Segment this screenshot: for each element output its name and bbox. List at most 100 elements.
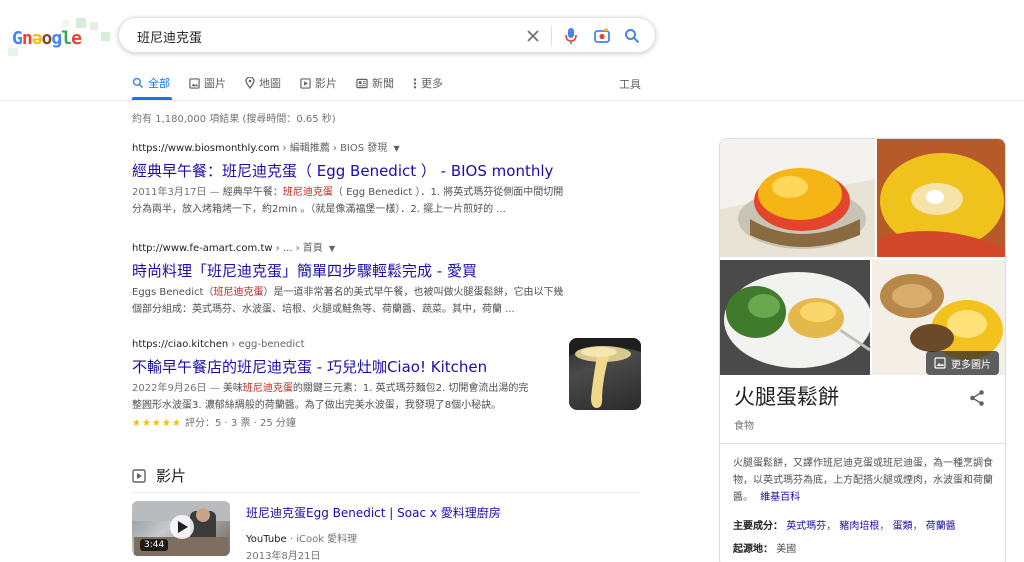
wikipedia-link[interactable]: 維基百科: [760, 492, 800, 503]
snippet-text: ）是一道非常著名的美式早午餐，也被叫做火腿蛋鬆餅，它由以下幾: [263, 287, 564, 298]
tab-label: 地圖: [259, 77, 281, 90]
video-duration: 3:44: [140, 539, 169, 551]
microphone-icon[interactable]: [561, 26, 581, 46]
kp-attribute-label: 起源地：: [733, 544, 773, 555]
tab-all[interactable]: 全部: [132, 74, 170, 92]
tab-news[interactable]: 新聞: [356, 74, 394, 92]
knowledge-panel: 更多圖片 火腿蛋鬆餅 食物 火腿蛋鬆餅，又譯作班尼迪克蛋或班尼迪蛋，為一種烹調食…: [719, 138, 1006, 562]
star-rating-icon: ★★★★★: [132, 418, 182, 429]
video-item: 班尼迪克蛋Egg Benedict | Soac x 愛料理廚房 YouTube…: [246, 504, 626, 562]
ingredient-link[interactable]: 蛋類: [893, 521, 913, 532]
image-icon: [934, 357, 946, 369]
tab-maps[interactable]: 地圖: [245, 74, 281, 92]
result-title[interactable]: 不輸早午餐店的班尼迪克蛋 - 巧兒灶咖Ciao! Kitchen: [132, 356, 562, 377]
cite-path: › 編輯推薦 › BIOS 發現: [279, 143, 388, 154]
ingredient-link[interactable]: 豬肉培根: [839, 521, 879, 532]
section-divider: [132, 492, 640, 493]
logo-text: Gnəogle: [12, 28, 82, 49]
result-title[interactable]: 時尚料理「班尼迪克蛋」簡單四步驟輕鬆完成 - 愛買: [132, 260, 602, 281]
result-thumbnail[interactable]: [569, 338, 641, 410]
chevron-down-icon[interactable]: ▼: [393, 144, 399, 153]
tab-label: 更多: [421, 77, 443, 90]
result-snippet: 2011年3月17日 — 經典早午餐：班尼迪克蛋（ Egg Benedict ）…: [132, 184, 602, 218]
tools-button[interactable]: 工具: [619, 76, 641, 92]
video-date: 2013年8月21日: [246, 551, 321, 562]
snippet-text: 的關鍵三元素：1. 英式瑪芬麵包2. 切開會流出湯的完: [292, 383, 529, 394]
cite-url: https://www.biosmonthly.com: [132, 143, 280, 154]
play-icon: [132, 468, 146, 483]
snippet-text: 分為兩半，放入烤箱烤一下，約2min 。（就是像滿福堡一樣）．2. 擺上一片煎好…: [132, 204, 506, 215]
snippet-text: Eggs Benedict（: [132, 287, 214, 298]
ingredient-link[interactable]: 英式瑪芬: [786, 521, 826, 532]
clear-icon[interactable]: [523, 26, 543, 46]
search-result: https://ciao.kitchen › egg-benedict 不輸早午…: [132, 339, 562, 429]
kp-image-1[interactable]: [720, 139, 875, 257]
snippet-highlight: 班尼迪克蛋: [242, 383, 293, 394]
tab-label: 圖片: [204, 77, 226, 90]
kp-title: 火腿蛋鬆餅: [734, 385, 839, 409]
tab-images[interactable]: 圖片: [189, 74, 226, 92]
kp-subtitle: 食物: [734, 421, 754, 432]
tab-label: 影片: [315, 77, 337, 90]
rating-text: 評分：5 · 3 票 · 25 分鐘: [181, 418, 296, 429]
image-icon: [189, 77, 200, 89]
news-icon: [356, 78, 368, 88]
result-date: 2022年9月26日 —: [132, 383, 223, 394]
search-input[interactable]: 班尼迪克蛋: [137, 27, 202, 46]
result-stats: 約有 1,180,000 項結果 (搜尋時間：0.65 秒): [132, 114, 336, 125]
ingredient-link[interactable]: 荷蘭醬: [926, 521, 956, 532]
kp-attribute-label: 主要成分：: [733, 521, 783, 532]
snippet-text: 整圓形水波蛋3. 濃郁絲綢般的荷蘭醬。為了做出完美水波蛋，我發現了8個小秘訣。: [132, 400, 502, 411]
result-title[interactable]: 經典早午餐：班尼迪克蛋（ Egg Benedict ） - BIOS month…: [132, 160, 602, 181]
search-tabs: 全部 圖片 地圖 影片 新聞 更多: [132, 74, 462, 98]
brunch-plate-image: [720, 260, 870, 375]
kp-origin-value: 美國: [776, 544, 797, 555]
tab-more[interactable]: 更多: [413, 74, 443, 92]
more-images-label: 更多圖片: [951, 359, 991, 371]
tab-videos[interactable]: 影片: [300, 74, 337, 92]
result-snippet: Eggs Benedict（班尼迪克蛋）是一道非常著名的美式早午餐，也被叫做火腿…: [132, 284, 602, 318]
tab-label: 全部: [148, 77, 170, 90]
more-vertical-icon: [413, 78, 417, 88]
snippet-text: （ Egg Benedict ）．1. 將英式瑪芬從側面中間切開: [332, 187, 564, 198]
snippet-text: 個部分組成：英式瑪芬、水波蛋、培根、火腿或鮭魚等、荷蘭醬、蔬菜。其中，荷蘭 ..…: [132, 304, 515, 315]
cite-url: https://ciao.kitchen: [132, 339, 229, 350]
result-cite[interactable]: https://www.biosmonthly.com › 編輯推薦 › BIO…: [132, 139, 602, 154]
kp-image-2[interactable]: [877, 139, 1005, 257]
cite-path: › egg-benedict: [228, 339, 305, 350]
kp-divider: [720, 443, 1005, 444]
video-thumbnail[interactable]: 3:44: [132, 501, 230, 556]
video-title[interactable]: 班尼迪克蛋Egg Benedict | Soac x 愛料理廚房: [246, 504, 626, 521]
kp-ingredients-row: 主要成分： 英式瑪芬， 豬肉培根， 蛋類， 荷蘭醬: [733, 521, 956, 532]
kp-image-3[interactable]: [720, 260, 870, 375]
search-result: https://www.biosmonthly.com › 編輯推薦 › BIO…: [132, 139, 602, 218]
result-cite[interactable]: https://ciao.kitchen › egg-benedict: [132, 339, 562, 350]
cite-path: › ... › 首頁: [272, 243, 323, 254]
result-date: 2011年3月17日 —: [132, 187, 223, 198]
search-box[interactable]: 班尼迪克蛋: [118, 17, 656, 53]
result-snippet: 2022年9月26日 — 美味班尼迪克蛋的關鍵三元素：1. 英式瑪芬麵包2. 切…: [132, 380, 562, 414]
snippet-text: 經典早午餐：: [222, 187, 283, 198]
kp-description: 火腿蛋鬆餅，又譯作班尼迪克蛋或班尼迪蛋，為一種烹調食物，以英式瑪芬為底，上方配搭…: [733, 455, 995, 506]
video-meta: YouTube · iCook 愛料理: [246, 530, 626, 545]
video-source: YouTube: [246, 534, 287, 545]
share-icon[interactable]: [969, 389, 985, 411]
google-doodle-logo[interactable]: Gnəogle: [6, 18, 112, 58]
result-rating: ★★★★★ 評分：5 · 3 票 · 25 分鐘: [132, 414, 562, 429]
camera-lens-icon[interactable]: [592, 26, 612, 46]
search-divider: [551, 26, 552, 46]
snippet-highlight: 班尼迪克蛋: [282, 187, 333, 198]
header-divider: [0, 100, 1024, 101]
chevron-down-icon[interactable]: ▼: [329, 244, 335, 253]
more-images-button[interactable]: 更多圖片: [926, 351, 999, 375]
search-icon[interactable]: [622, 26, 642, 46]
search-result: http://www.fe-amart.com.tw › ... › 首頁 ▼ …: [132, 239, 602, 318]
result-cite[interactable]: http://www.fe-amart.com.tw › ... › 首頁 ▼: [132, 239, 602, 254]
egg-benedict-image: [720, 139, 875, 257]
snippet-highlight: 班尼迪克蛋: [213, 287, 264, 298]
video-channel: · iCook 愛料理: [286, 534, 358, 545]
kp-origin-row: 起源地： 美國: [733, 540, 796, 555]
videos-section-header: 影片: [132, 465, 186, 486]
tab-label: 新聞: [372, 77, 394, 90]
search-icon: [132, 77, 144, 89]
